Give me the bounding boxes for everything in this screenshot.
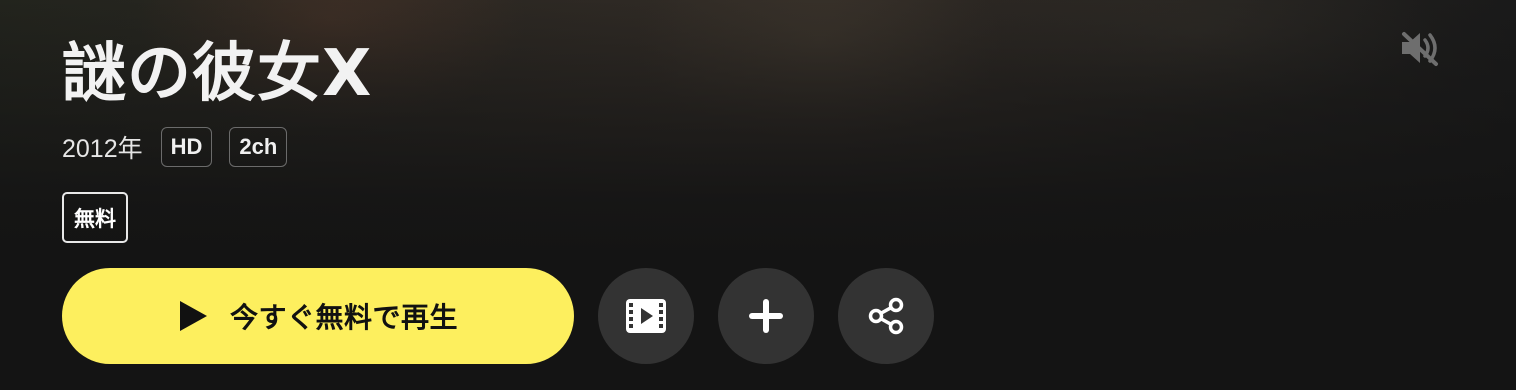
page-title: 謎の彼女X xyxy=(62,37,373,111)
meta-row: 2012年 HD 2ch xyxy=(62,125,288,169)
share-button[interactable] xyxy=(838,268,934,364)
play-icon xyxy=(178,300,208,332)
play-button-label: 今すぐ無料で再生 xyxy=(229,301,458,334)
quality-badge: HD xyxy=(160,127,213,167)
trailer-button[interactable] xyxy=(598,268,694,364)
free-badge: 無料 xyxy=(62,192,128,243)
audio-badge: 2ch xyxy=(229,127,288,167)
action-bar: 今すぐ無料で再生 xyxy=(62,268,934,364)
plus-icon xyxy=(747,297,785,335)
speaker-muted-icon xyxy=(1398,28,1442,72)
hero-banner: 謎の彼女X 2012年 HD 2ch 無料 今すぐ無料で再生 xyxy=(0,0,1516,390)
play-button[interactable]: 今すぐ無料で再生 xyxy=(62,268,574,364)
add-to-list-button[interactable] xyxy=(718,268,814,364)
share-icon xyxy=(866,296,906,336)
mute-button[interactable] xyxy=(1396,26,1444,74)
release-year: 2012年 xyxy=(62,135,143,163)
film-icon xyxy=(625,298,667,334)
